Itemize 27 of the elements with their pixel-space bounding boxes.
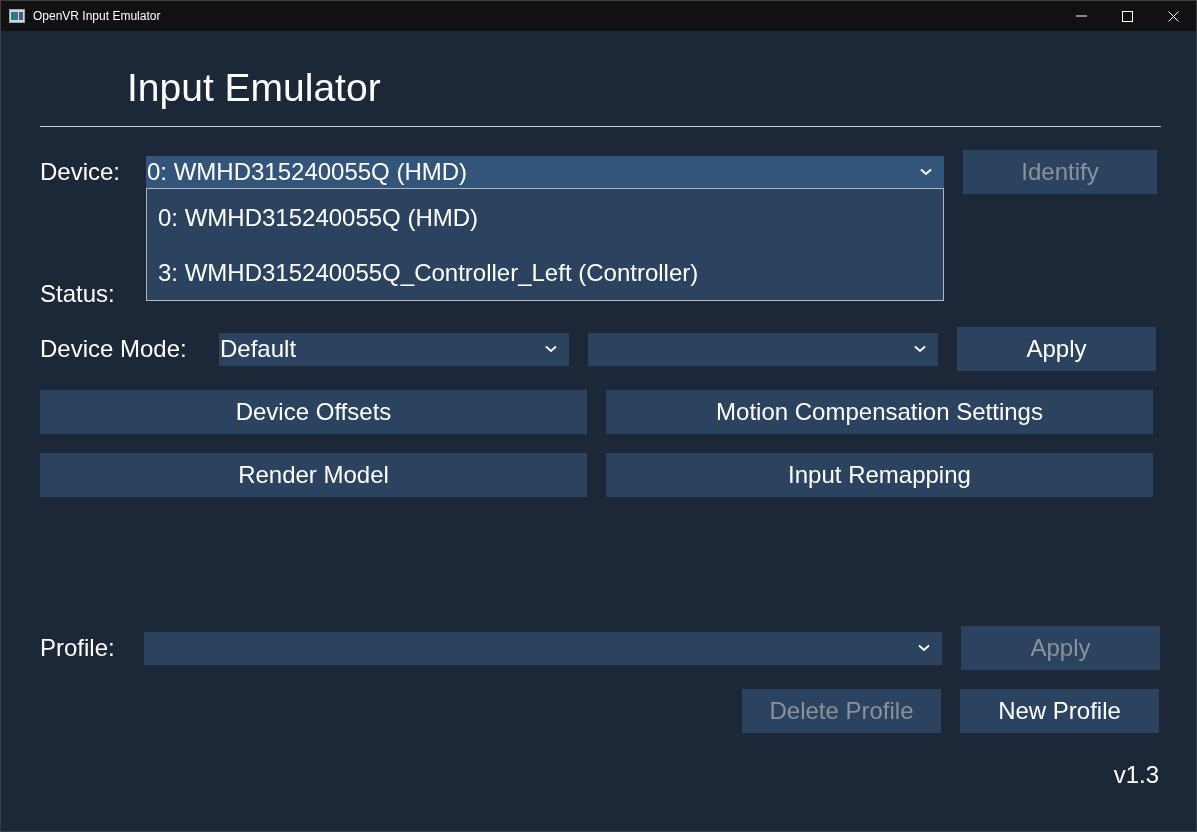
dropdown-option[interactable]: 0: WMHD315240055Q (HMD) [147, 191, 943, 246]
app-icon [9, 9, 25, 23]
dropdown-option[interactable]: 3: WMHD315240055Q_Controller_Left (Controller) [147, 245, 943, 300]
close-icon [1167, 10, 1179, 22]
profile-button[interactable]: New Profile [960, 689, 1159, 733]
window-title: OpenVR Input Emulator [33, 9, 162, 23]
field-label: Device: [40, 158, 122, 186]
minimize-icon [1075, 15, 1087, 17]
device-dropdown[interactable]: 0: WMHD315240055Q (HMD) [146, 155, 944, 189]
chevron-icon [918, 644, 930, 652]
field-label: Profile: [40, 634, 116, 662]
maximize-icon [1121, 10, 1133, 22]
mode-dropdown[interactable]: Default [219, 332, 569, 366]
action-button[interactable]: Motion Compensation Settings [606, 390, 1153, 434]
field-label: Status: [40, 280, 116, 308]
page-heading: Input Emulator [127, 65, 382, 111]
chevron-icon [914, 345, 926, 353]
chevron-icon [920, 168, 932, 176]
action-button[interactable]: Render Model [40, 453, 587, 497]
chevron-icon [545, 345, 557, 353]
field-label: Device Mode: [40, 335, 188, 363]
apply-button[interactable]: Apply [957, 327, 1156, 371]
profile-dropdown[interactable] [144, 631, 942, 665]
action-button[interactable]: Device Offsets [40, 390, 587, 434]
version-label: v1.3 [1113, 760, 1159, 790]
action-button[interactable]: Input Remapping [606, 453, 1153, 497]
submode-dropdown[interactable] [588, 332, 938, 366]
